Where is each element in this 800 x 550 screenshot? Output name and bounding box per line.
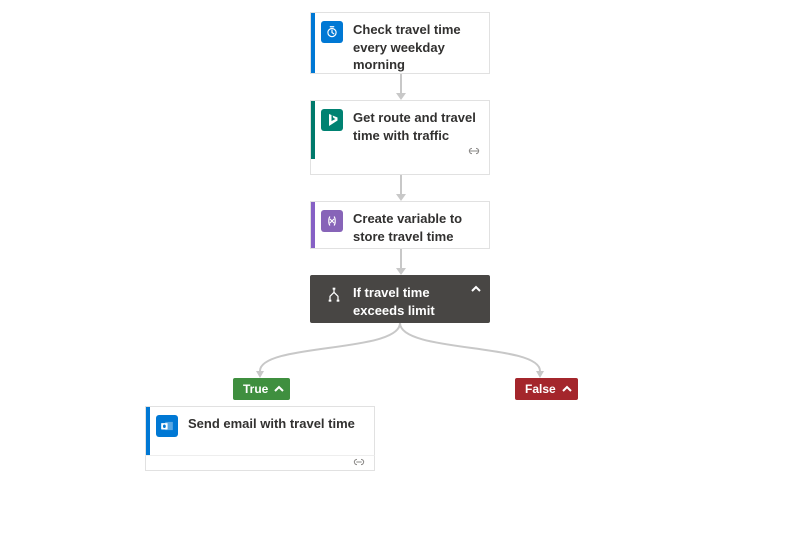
- trigger-label: Check travel time every weekday morning: [353, 21, 479, 74]
- flow-designer-canvas: Check travel time every weekday morning …: [0, 0, 800, 550]
- card-accent: [311, 13, 315, 73]
- condition-icon: [323, 284, 345, 306]
- chevron-up-icon[interactable]: [560, 382, 574, 396]
- link-icon: [350, 456, 368, 468]
- condition-card[interactable]: If travel time exceeds limit: [310, 275, 490, 323]
- init-variable-card[interactable]: Create variable to store travel time: [310, 201, 490, 249]
- chevron-up-icon[interactable]: [469, 282, 483, 296]
- outlook-icon: [156, 415, 178, 437]
- card-accent: [311, 101, 315, 161]
- connector-arrow: [399, 74, 401, 100]
- true-branch-tag[interactable]: True: [233, 378, 290, 400]
- connector-arrow: [399, 175, 401, 201]
- variable-icon: [321, 210, 343, 232]
- card-footer: [145, 455, 375, 471]
- trigger-card[interactable]: Check travel time every weekday morning: [310, 12, 490, 74]
- card-accent: [146, 407, 150, 455]
- send-email-label: Send email with travel time: [188, 415, 355, 433]
- get-route-card[interactable]: Get route and travel time with traffic: [310, 100, 490, 162]
- false-branch-tag[interactable]: False: [515, 378, 578, 400]
- card-footer: [310, 159, 490, 175]
- bing-icon: [321, 109, 343, 131]
- clock-icon: [321, 21, 343, 43]
- false-branch-label: False: [525, 382, 556, 396]
- link-icon: [465, 145, 483, 157]
- connector-arrow: [399, 249, 401, 275]
- chevron-up-icon[interactable]: [272, 382, 286, 396]
- get-route-label: Get route and travel time with traffic: [353, 109, 479, 144]
- true-branch-label: True: [243, 382, 268, 396]
- branch-connector: [110, 323, 690, 383]
- condition-label: If travel time exceeds limit: [353, 284, 465, 319]
- card-accent: [311, 202, 315, 248]
- send-email-card[interactable]: Send email with travel time: [145, 406, 375, 456]
- init-variable-label: Create variable to store travel time: [353, 210, 479, 245]
